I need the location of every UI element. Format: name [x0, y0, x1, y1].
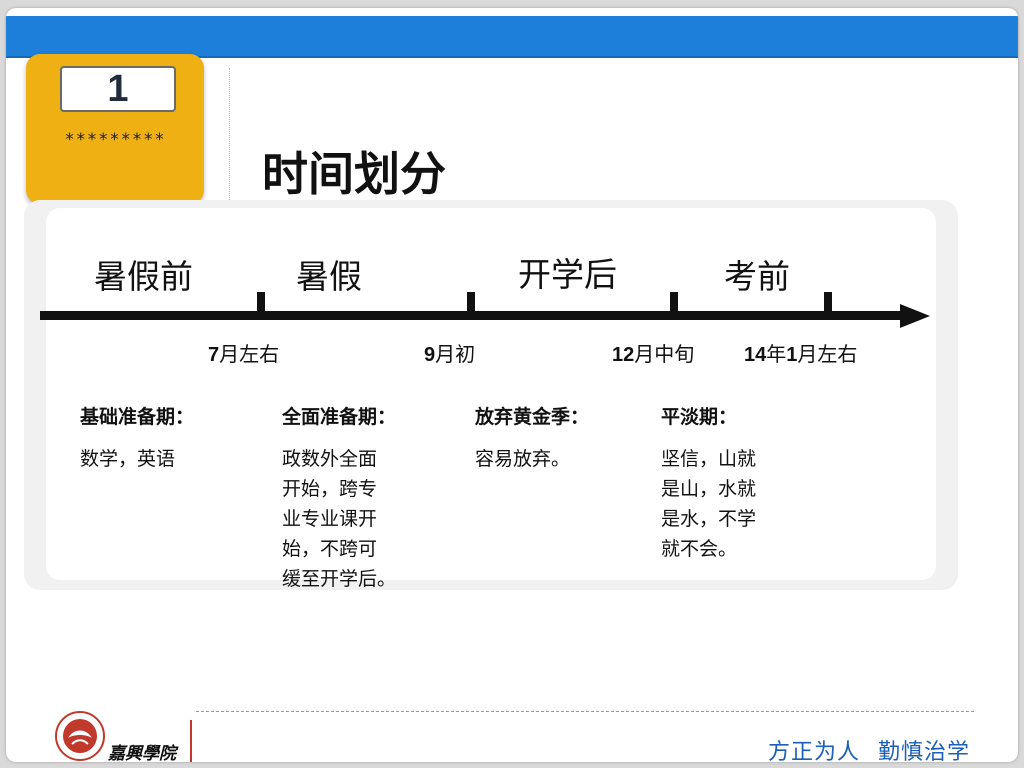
slide: 1 ********* 时间划分 暑假前 暑假 开学后 考前 7月左右 9月初 …: [6, 8, 1018, 762]
page-title: 时间划分: [262, 147, 446, 201]
school-motto: 方正为人 勤慎治学: [768, 734, 970, 762]
date-number: 12: [612, 344, 635, 366]
column-line: 就不会。: [661, 538, 738, 560]
date-number: 7: [208, 344, 220, 366]
column-line: 是山，水就: [661, 478, 757, 500]
column-heading: 全面准备期：: [282, 406, 397, 428]
logo-separator: [190, 720, 192, 762]
phase-label: 暑假: [296, 257, 362, 296]
motto-part-2: 勤慎治学: [877, 740, 970, 762]
column-line: 是水，不学: [661, 508, 757, 530]
phase-label: 考前: [724, 257, 790, 296]
column-body: 政数外全面 开始，跨专 业专业课开 始，不跨可 缓至开学后。: [282, 444, 396, 594]
date-text: 月左右: [797, 342, 858, 366]
date-label: 9月初: [424, 338, 475, 367]
column-line: 始，不跨可: [282, 538, 378, 560]
date-text: 月初: [435, 342, 476, 366]
date-number: 9: [424, 344, 436, 366]
column-line: 业专业课开: [282, 508, 378, 530]
date-label: 7月左右: [208, 338, 279, 367]
column-body: 坚信，山就 是山，水就 是水，不学 就不会。: [661, 444, 756, 564]
date-text: 月中旬: [634, 342, 695, 366]
date-text: 年: [766, 342, 787, 366]
top-banner: [6, 16, 1018, 58]
column-line: 数学，英语: [80, 448, 176, 470]
logo-text: 嘉興學院: [108, 744, 176, 762]
timeline-tick: [467, 292, 475, 318]
column-line: 坚信，山就: [661, 448, 757, 470]
column-heading: 放弃黄金季：: [475, 406, 590, 428]
phase-label: 开学后: [518, 255, 617, 294]
vertical-divider: [229, 68, 230, 218]
date-text: 月左右: [219, 342, 280, 366]
date-number: 14: [744, 344, 767, 366]
timeline-tick: [257, 292, 265, 318]
date-number: 1: [786, 344, 798, 366]
section-number: 1: [60, 66, 176, 112]
timeline-arrow-icon: [900, 304, 930, 328]
column-line: 容易放弃。: [475, 448, 571, 470]
university-logo-icon: [55, 711, 105, 761]
column-line: 缓至开学后。: [282, 568, 397, 590]
date-label: 14年1月左右: [744, 338, 857, 367]
date-label: 12月中旬: [612, 338, 694, 367]
timeline-tick: [824, 292, 832, 318]
column-heading: 平淡期：: [661, 406, 738, 428]
timeline-tick: [670, 292, 678, 318]
motto-part-1: 方正为人: [767, 740, 860, 762]
phase-label: 暑假前: [94, 257, 193, 296]
column-body: 容易放弃。: [475, 444, 570, 474]
section-stars: *********: [64, 130, 166, 150]
column-body: 数学，英语: [80, 444, 175, 474]
section-badge: 1 *********: [26, 54, 204, 204]
column-heading: 基础准备期：: [80, 406, 195, 428]
column-line: 政数外全面: [282, 448, 378, 470]
footer-divider: [196, 711, 974, 712]
column-line: 开始，跨专: [282, 478, 378, 500]
